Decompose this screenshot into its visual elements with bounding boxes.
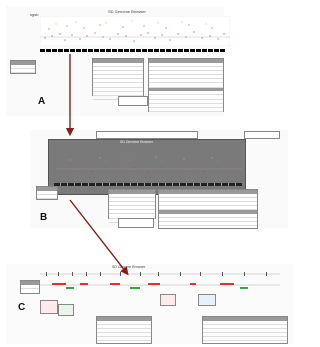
panel-b-scatter (56, 156, 242, 173)
panel-a-ideogram[interactable] (40, 49, 226, 52)
panel-c-thumb-4[interactable] (198, 294, 216, 306)
panel-c-label: C (18, 302, 26, 313)
panel-c-thumb-2[interactable] (58, 304, 74, 316)
panel-b-topright (244, 131, 280, 139)
panel-a-options-box (148, 58, 224, 113)
panel-a-side-row[interactable] (11, 69, 35, 73)
panel-b-options-box (158, 189, 258, 229)
panel-b-selection-box (108, 189, 156, 223)
panel-a-label: A (38, 96, 46, 107)
panel-c-options-box (202, 316, 288, 344)
panel-c-selection-row[interactable] (97, 337, 151, 342)
panel-b-side-box (36, 186, 58, 200)
panel-a-scatter (40, 16, 230, 46)
panel-c-thumb-1[interactable] (40, 300, 58, 314)
panel-b-ideogram[interactable] (54, 183, 242, 186)
panel-c-options-row[interactable] (203, 337, 287, 342)
panel-a-side-box (10, 60, 36, 74)
panel-a-logo: sgsb (30, 12, 39, 17)
panel-c-thumb-3[interactable] (160, 294, 176, 306)
panel-a-title: SD Genome Browser (108, 9, 146, 14)
panel-b-label: B (40, 212, 48, 223)
panel-b-title: SD Genome Browser (120, 140, 154, 144)
panel-c-track (40, 272, 280, 289)
panel-c-side-box (20, 280, 40, 294)
panel-c-side-row[interactable] (21, 285, 39, 289)
panel-a-options-row[interactable] (149, 108, 223, 113)
panel-a-selection-box (92, 58, 144, 101)
panel-c-selection-box (96, 316, 152, 344)
panel-b-topbar (96, 131, 198, 139)
panel-a-info-box (118, 96, 148, 106)
panel-b-side-row[interactable] (37, 195, 57, 199)
panel-b-options-row[interactable] (159, 222, 257, 227)
panel-b-info-box (118, 218, 154, 228)
